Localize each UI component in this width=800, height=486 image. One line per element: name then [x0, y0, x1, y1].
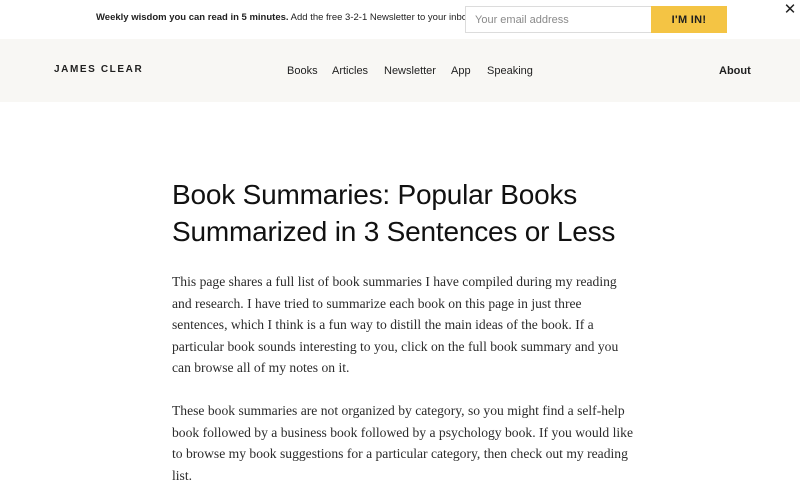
- intro-paragraph: This page shares a full list of book sum…: [172, 274, 619, 376]
- newsletter-pitch: Weekly wisdom you can read in 5 minutes.…: [96, 12, 474, 23]
- close-icon[interactable]: ✕: [781, 1, 799, 19]
- email-field[interactable]: [465, 6, 652, 33]
- nav-item-articles[interactable]: Articles: [332, 65, 368, 77]
- nav-item-speaking[interactable]: Speaking: [487, 65, 533, 77]
- subscribe-button[interactable]: I'M IN!: [651, 6, 727, 33]
- site-header: JAMES CLEAR Books Articles Newsletter Ap…: [0, 39, 800, 102]
- page-title: Book Summaries: Popular Books Summarized…: [172, 179, 616, 247]
- main-nav: Books Articles Newsletter App Speaking: [0, 65, 800, 81]
- nav-item-about[interactable]: About: [719, 65, 751, 77]
- second-paragraph: These book summaries are not organized b…: [172, 402, 633, 483]
- newsletter-pitch-rest: Add the free 3-2-1 Newsletter to your in…: [288, 12, 475, 23]
- article-content: Book Summaries: Popular Books Summarized…: [172, 176, 634, 486]
- newsletter-pitch-bold: Weekly wisdom you can read in 5 minutes.: [96, 12, 289, 23]
- nav-item-app[interactable]: App: [451, 65, 471, 77]
- newsletter-bar: Weekly wisdom you can read in 5 minutes.…: [0, 0, 800, 39]
- nav-item-books[interactable]: Books: [287, 65, 318, 77]
- nav-item-newsletter[interactable]: Newsletter: [384, 65, 436, 77]
